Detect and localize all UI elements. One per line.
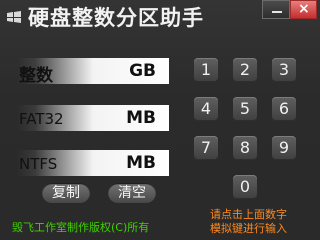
minimize-icon [272,11,282,13]
key-4[interactable]: 4 [194,97,218,121]
ntfs-field: NTFS MB [17,150,169,176]
ntfs-label: NTFS [19,155,58,173]
fat32-label: FAT32 [19,110,64,128]
key-8[interactable]: 8 [233,136,257,160]
close-button[interactable]: × [290,0,317,19]
integer-field: 整数 GB [17,58,169,86]
copyright-text: 毁飞工作室制作版权(C)所有 [12,221,150,234]
key-5[interactable]: 5 [233,97,257,121]
input-hint-line1: 请点击上面数字 [210,208,287,221]
key-3[interactable]: 3 [272,58,296,82]
key-0[interactable]: 0 [233,175,257,199]
copy-button[interactable]: 复制 [42,183,90,203]
minimize-button[interactable] [262,0,290,19]
title-bar: 硬盘整数分区助手 × [0,0,320,32]
key-1[interactable]: 1 [194,58,218,82]
ntfs-unit: MB [126,153,156,173]
app-icon [6,9,22,23]
key-6[interactable]: 6 [272,97,296,121]
close-icon: × [298,1,310,17]
input-hint-line2: 模拟键进行输入 [210,222,287,235]
clear-button[interactable]: 清空 [108,183,156,203]
input-hint: 请点击上面数字 模拟键进行输入 [210,208,312,236]
fat32-field: FAT32 MB [17,105,169,131]
key-7[interactable]: 7 [194,136,218,160]
window-title: 硬盘整数分区助手 [28,6,204,30]
key-9[interactable]: 9 [272,136,296,160]
fat32-unit: MB [126,108,156,128]
integer-label: 整数 [19,66,53,86]
integer-unit: GB [129,61,156,81]
key-2[interactable]: 2 [233,58,257,82]
